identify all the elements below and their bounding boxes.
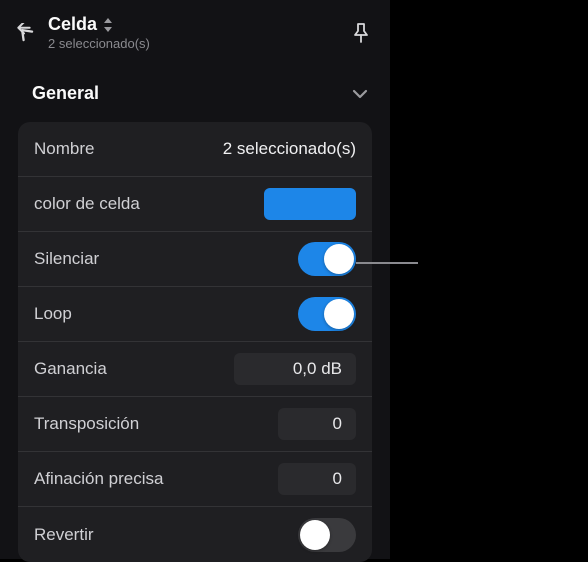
row-silenciar: Silenciar [18, 232, 372, 287]
row-revertir: Revertir [18, 507, 372, 562]
row-loop: Loop [18, 287, 372, 342]
row-afinacion: Afinación precisa 0 [18, 452, 372, 507]
row-label: color de celda [34, 194, 140, 214]
value-transposicion[interactable]: 0 [278, 408, 356, 440]
row-color: color de celda [18, 177, 372, 232]
panel-title: Celda [48, 14, 97, 35]
row-label: Revertir [34, 525, 94, 545]
row-ganancia: Ganancia 0,0 dB [18, 342, 372, 397]
panel-header: Celda 2 seleccionado(s) [0, 0, 390, 65]
back-arrow-icon[interactable] [14, 22, 36, 44]
row-label: Loop [34, 304, 72, 324]
row-value[interactable]: 2 seleccionado(s) [223, 139, 356, 159]
section-header[interactable]: General [0, 65, 390, 122]
value-ganancia[interactable]: 0,0 dB [234, 353, 356, 385]
pin-icon[interactable] [350, 22, 372, 44]
section-title: General [32, 83, 99, 104]
properties-list: Nombre 2 seleccionado(s) color de celda … [18, 122, 372, 562]
row-transposicion: Transposición 0 [18, 397, 372, 452]
row-label: Ganancia [34, 359, 107, 379]
inspector-panel: Celda 2 seleccionado(s) General [0, 0, 390, 559]
chevron-down-icon [352, 89, 368, 99]
row-label: Nombre [34, 139, 94, 159]
panel-subtitle: 2 seleccionado(s) [48, 36, 338, 51]
toggle-revertir[interactable] [298, 518, 356, 552]
row-nombre: Nombre 2 seleccionado(s) [18, 122, 372, 177]
sort-icon[interactable] [103, 18, 113, 32]
toggle-loop[interactable] [298, 297, 356, 331]
header-text: Celda 2 seleccionado(s) [48, 14, 338, 51]
toggle-silenciar[interactable] [298, 242, 356, 276]
callout-line [356, 262, 418, 264]
row-label: Transposición [34, 414, 139, 434]
value-afinacion[interactable]: 0 [278, 463, 356, 495]
color-swatch[interactable] [264, 188, 356, 220]
row-label: Silenciar [34, 249, 99, 269]
row-label: Afinación precisa [34, 469, 163, 489]
